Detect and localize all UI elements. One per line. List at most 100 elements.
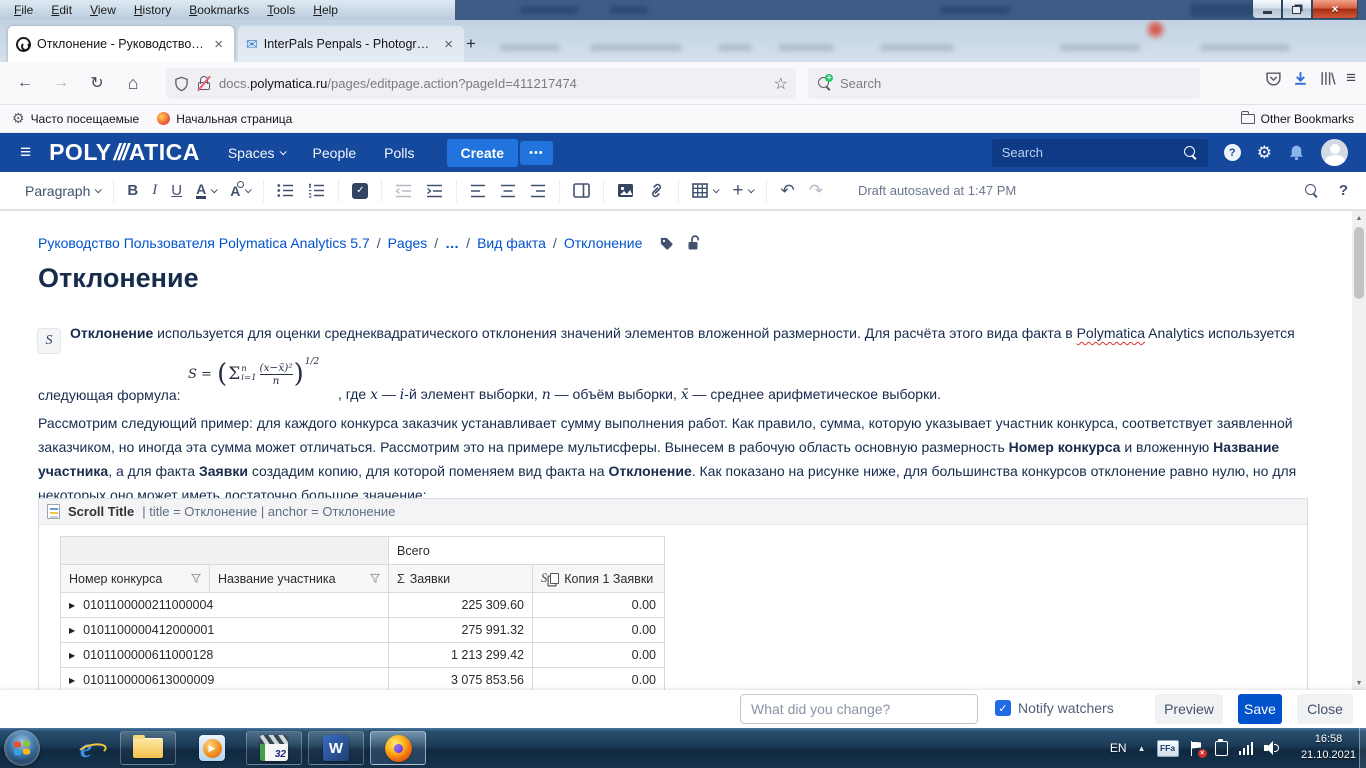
new-tab-button[interactable]: + <box>466 34 476 54</box>
breadcrumb-fact-type[interactable]: Вид факта <box>477 235 546 251</box>
align-left-button[interactable] <box>463 176 493 206</box>
menu-edit[interactable]: Edit <box>43 1 80 19</box>
window-restore-button[interactable] <box>1282 0 1312 19</box>
url-bar[interactable]: docs.polymatica.ru/pages/editpage.action… <box>166 68 796 99</box>
help-icon[interactable]: ? <box>1224 144 1241 161</box>
underline-button[interactable]: U <box>164 176 189 206</box>
table-row[interactable]: ▶0101100000611000128 1 213 299.42 0.00 <box>61 643 669 668</box>
removable-device-icon[interactable] <box>1215 741 1228 756</box>
editor-content[interactable]: Руководство Пользователя Polymatica Anal… <box>0 211 1352 690</box>
numbered-list-button[interactable] <box>301 176 332 206</box>
polymatica-logo[interactable]: POLY///ATICA <box>49 139 200 166</box>
page-layout-button[interactable] <box>566 176 597 206</box>
library-icon[interactable] <box>1319 70 1336 87</box>
breadcrumb-current[interactable]: Отклонение <box>564 235 643 251</box>
column-header-zayavki[interactable]: ΣЗаявки <box>388 564 533 593</box>
hamburger-menu-icon[interactable]: ≡ <box>1346 68 1356 88</box>
network-signal-icon[interactable] <box>1239 741 1254 755</box>
forward-button[interactable]: → <box>46 68 76 98</box>
pocket-icon[interactable] <box>1265 70 1282 87</box>
breadcrumb-ellipsis[interactable]: … <box>445 235 459 251</box>
window-minimize-button[interactable] <box>1252 0 1282 19</box>
column-header-copy[interactable]: SКопия 1 Заявки <box>532 564 665 593</box>
version-comment-input[interactable] <box>740 694 978 724</box>
menu-file[interactable]: File <box>6 1 41 19</box>
taskbar-media-player-classic[interactable]: 32 <box>246 731 302 765</box>
editor-search-icon[interactable] <box>1305 184 1319 198</box>
column-header-number[interactable]: Номер конкурса <box>60 564 210 593</box>
settings-gear-icon[interactable]: ⚙ <box>1257 143 1272 163</box>
align-right-button[interactable] <box>523 176 553 206</box>
save-button[interactable]: Save <box>1238 694 1282 724</box>
language-bar-icon[interactable]: FFa <box>1157 740 1179 757</box>
nav-polls[interactable]: Polls <box>384 145 414 161</box>
italic-button[interactable]: I <box>145 176 164 206</box>
downloads-icon[interactable] <box>1292 70 1309 87</box>
unlock-icon[interactable] <box>687 235 701 251</box>
scroll-title-macro[interactable]: Scroll Title | title = Отклонение | anch… <box>38 498 1308 690</box>
insecure-lock-icon[interactable] <box>197 76 211 91</box>
menu-history[interactable]: History <box>126 1 179 19</box>
breadcrumb-space[interactable]: Руководство Пользователя Polymatica Anal… <box>38 235 370 251</box>
text-color-dropdown[interactable]: A <box>189 176 223 206</box>
redo-button[interactable]: ↷ <box>802 176 830 206</box>
outdent-button[interactable] <box>388 176 419 206</box>
window-close-button[interactable]: × <box>1312 0 1358 19</box>
bookmark-frequent[interactable]: ⚙ Часто посещаемые <box>12 110 139 127</box>
insert-image-button[interactable] <box>610 176 641 206</box>
close-button[interactable]: Close <box>1297 694 1353 724</box>
insert-table-dropdown[interactable] <box>685 176 725 206</box>
preview-button[interactable]: Preview <box>1155 694 1223 724</box>
show-desktop-button[interactable] <box>1359 728 1366 768</box>
taskbar-firefox[interactable] <box>370 731 426 765</box>
back-button[interactable]: ← <box>10 68 40 98</box>
scroll-down-arrow[interactable]: ▲ <box>1352 676 1366 690</box>
paragraph-style-dropdown[interactable]: Paragraph <box>18 176 107 206</box>
expand-icon[interactable]: ▶ <box>69 676 75 685</box>
taskbar-media-player[interactable]: ▶ <box>184 731 240 765</box>
align-center-button[interactable] <box>493 176 523 206</box>
site-search-bar[interactable] <box>992 139 1208 167</box>
filter-icon[interactable] <box>191 573 201 584</box>
content-scrollbar[interactable]: ▲ ▲ <box>1352 211 1366 690</box>
tray-expand-icon[interactable]: ▲ <box>1138 744 1146 753</box>
browser-search-bar[interactable]: + <box>808 68 1200 99</box>
taskbar-word[interactable]: W <box>308 731 364 765</box>
other-bookmarks[interactable]: Other Bookmarks <box>1241 112 1354 126</box>
menu-help[interactable]: Help <box>305 1 346 19</box>
language-indicator[interactable]: EN <box>1110 741 1127 755</box>
undo-button[interactable]: ↶ <box>773 176 801 206</box>
notify-checkbox[interactable]: ✓ <box>995 700 1011 716</box>
taskbar-internet-explorer[interactable]: e <box>58 731 114 765</box>
filter-icon[interactable] <box>370 573 380 584</box>
site-menu-icon[interactable]: ≡ <box>20 142 31 164</box>
menu-view[interactable]: View <box>82 1 124 19</box>
column-header-participant[interactable]: Название участника <box>209 564 389 593</box>
bookmark-home[interactable]: Начальная страница <box>157 112 292 126</box>
create-more-button[interactable]: ••• <box>520 141 553 165</box>
home-button[interactable]: ⌂ <box>118 68 148 98</box>
taskbar-file-explorer[interactable] <box>120 731 176 765</box>
taskbar-clock[interactable]: 16:58 21.10.2021 <box>1301 731 1356 763</box>
reload-button[interactable]: ↻ <box>82 68 112 98</box>
url-text[interactable]: docs.polymatica.ru/pages/editpage.action… <box>219 76 774 91</box>
expand-icon[interactable]: ▶ <box>69 601 75 610</box>
tab-close-icon[interactable]: × <box>211 36 226 53</box>
create-button[interactable]: Create <box>447 139 519 167</box>
breadcrumb-pages[interactable]: Pages <box>388 235 428 251</box>
bold-button[interactable]: B <box>120 176 145 206</box>
action-center-flag-icon[interactable]: × <box>1190 741 1204 756</box>
scroll-up-arrow[interactable]: ▲ <box>1352 211 1366 225</box>
bookmark-star-icon[interactable]: ☆ <box>774 74 788 94</box>
indent-button[interactable] <box>419 176 450 206</box>
tab-interpals[interactable]: ✉ InterPals Penpals - Photograph × <box>238 26 464 62</box>
expand-icon[interactable]: ▶ <box>69 651 75 660</box>
more-formatting-dropdown[interactable]: A <box>223 176 257 206</box>
labels-tag-icon[interactable] <box>659 236 674 251</box>
scrollbar-thumb[interactable] <box>1354 227 1364 299</box>
notifications-bell-icon[interactable] <box>1288 144 1305 161</box>
expand-icon[interactable]: ▶ <box>69 626 75 635</box>
tab-deviation[interactable]: Отклонение - Руководство По × <box>8 26 234 62</box>
insert-link-button[interactable] <box>641 176 672 206</box>
user-avatar[interactable] <box>1321 139 1348 166</box>
